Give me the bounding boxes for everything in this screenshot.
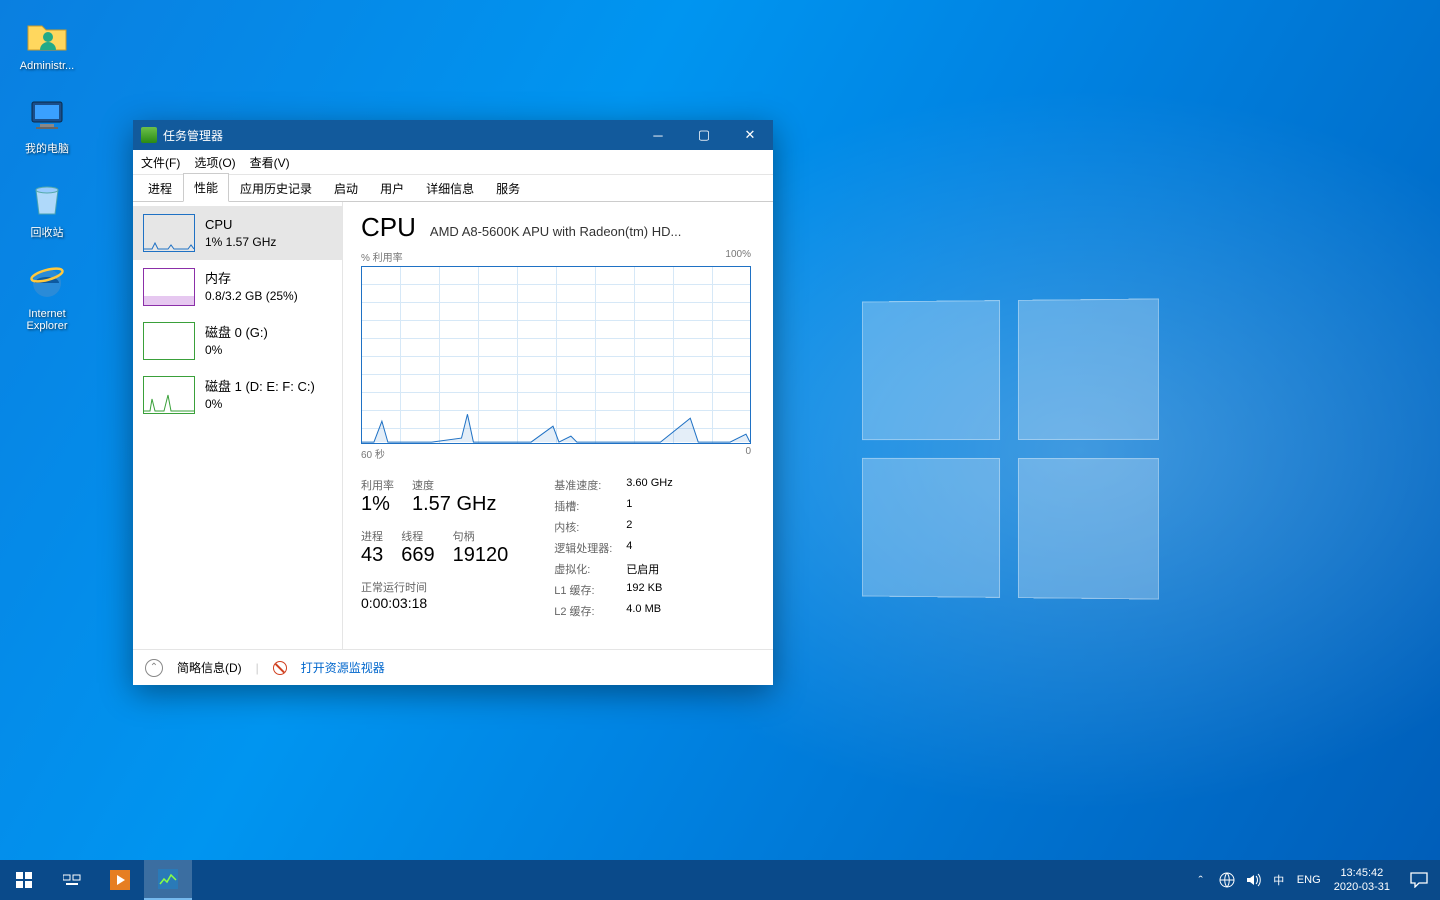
- sidebar-item-disk1[interactable]: 磁盘 1 (D: E: F: C:)0%: [133, 368, 342, 422]
- disk-thumb: [143, 322, 195, 360]
- icon-label: Internet Explorer: [27, 308, 68, 332]
- tab-app-history[interactable]: 应用历史记录: [229, 174, 323, 202]
- icon-label: 回收站: [31, 224, 64, 240]
- tray-network-icon[interactable]: [1214, 860, 1240, 900]
- chevron-up-icon[interactable]: ⌃: [145, 659, 163, 677]
- sidebar-item-cpu[interactable]: CPU1% 1.57 GHz: [133, 206, 342, 260]
- desktop-icon-ie[interactable]: Internet Explorer: [10, 262, 84, 332]
- tabs: 进程 性能 应用历史记录 启动 用户 详细信息 服务: [133, 175, 773, 202]
- start-button[interactable]: [0, 860, 48, 900]
- desktop[interactable]: Administr... 我的电脑 回收站 Internet Explorer …: [0, 0, 1440, 900]
- tab-services[interactable]: 服务: [485, 174, 531, 202]
- tray-ime-icon[interactable]: 中: [1266, 860, 1292, 900]
- tab-users[interactable]: 用户: [369, 174, 415, 202]
- stat-handles: 句柄19120: [453, 528, 509, 567]
- taskbar: ˆ 中 ENG 13:45:42 2020-03-31: [0, 860, 1440, 900]
- titlebar[interactable]: 任务管理器 ─ ▢ ✕: [133, 120, 773, 150]
- tab-details[interactable]: 详细信息: [415, 174, 485, 202]
- menu-options[interactable]: 选项(O): [194, 154, 235, 171]
- tray-volume-icon[interactable]: [1240, 860, 1266, 900]
- stat-threads: 线程669: [401, 528, 434, 567]
- app-icon: [141, 127, 157, 143]
- window-footer: ⌃ 简略信息(D) | 打开资源监视器: [133, 649, 773, 685]
- disk-thumb: [143, 376, 195, 414]
- tab-performance[interactable]: 性能: [183, 173, 229, 202]
- main-heading: CPU: [361, 212, 416, 243]
- perf-sidebar: CPU1% 1.57 GHz 内存0.8/3.2 GB (25%) 磁盘 0 (…: [133, 202, 343, 649]
- tray-lang[interactable]: ENG: [1292, 860, 1326, 900]
- tray-chevron-up-icon[interactable]: ˆ: [1188, 860, 1214, 900]
- brief-info-button[interactable]: 简略信息(D): [177, 659, 242, 676]
- task-manager-window: 任务管理器 ─ ▢ ✕ 文件(F) 选项(O) 查看(V) 进程 性能 应用历史…: [133, 120, 773, 685]
- cpu-chart[interactable]: [361, 266, 751, 444]
- menubar: 文件(F) 选项(O) 查看(V): [133, 150, 773, 175]
- memory-thumb: [143, 268, 195, 306]
- sidebar-item-memory[interactable]: 内存0.8/3.2 GB (25%): [133, 260, 342, 314]
- taskbar-app-media[interactable]: [96, 860, 144, 900]
- wallpaper-windows-logo: [862, 298, 1159, 599]
- desktop-icon-administrator[interactable]: Administr...: [10, 14, 84, 72]
- desktop-icon-recycle-bin[interactable]: 回收站: [10, 178, 84, 240]
- menu-view[interactable]: 查看(V): [250, 154, 290, 171]
- open-resmon-link[interactable]: 打开资源监视器: [301, 659, 385, 676]
- computer-icon: [26, 94, 68, 136]
- tab-startup[interactable]: 启动: [323, 174, 369, 202]
- menu-file[interactable]: 文件(F): [141, 154, 180, 171]
- tab-processes[interactable]: 进程: [137, 174, 183, 202]
- cpu-thumb: [143, 214, 195, 252]
- window-title: 任务管理器: [163, 127, 635, 144]
- sidebar-item-disk0[interactable]: 磁盘 0 (G:)0%: [133, 314, 342, 368]
- stat-utilization: 利用率1%: [361, 477, 394, 516]
- stat-speed: 速度1.57 GHz: [412, 477, 496, 516]
- maximize-button[interactable]: ▢: [681, 120, 727, 150]
- minimize-button[interactable]: ─: [635, 120, 681, 150]
- user-folder-icon: [26, 14, 68, 56]
- action-center-button[interactable]: [1398, 860, 1440, 900]
- desktop-icons: Administr... 我的电脑 回收站 Internet Explorer: [10, 14, 84, 332]
- close-button[interactable]: ✕: [727, 120, 773, 150]
- stat-uptime: 正常运行时间0:00:03:18: [361, 579, 508, 611]
- icon-label: Administr...: [20, 60, 74, 72]
- taskbar-clock[interactable]: 13:45:42 2020-03-31: [1326, 860, 1398, 900]
- resmon-icon: [273, 661, 287, 675]
- stat-processes: 进程43: [361, 528, 383, 567]
- desktop-icon-computer[interactable]: 我的电脑: [10, 94, 84, 156]
- system-tray: ˆ 中 ENG 13:45:42 2020-03-31: [1188, 860, 1440, 900]
- task-view-button[interactable]: [48, 860, 96, 900]
- icon-label: 我的电脑: [25, 140, 69, 156]
- recycle-bin-icon: [26, 178, 68, 220]
- cpu-model: AMD A8-5600K APU with Radeon(tm) HD...: [430, 224, 681, 239]
- cpu-details: 基准速度:3.60 GHz插槽:1内核:2逻辑处理器:4虚拟化:已启用L1 缓存…: [554, 477, 672, 619]
- ie-icon: [26, 262, 68, 304]
- perf-main: CPU AMD A8-5600K APU with Radeon(tm) HD.…: [343, 202, 773, 649]
- taskbar-app-taskmgr[interactable]: [144, 860, 192, 900]
